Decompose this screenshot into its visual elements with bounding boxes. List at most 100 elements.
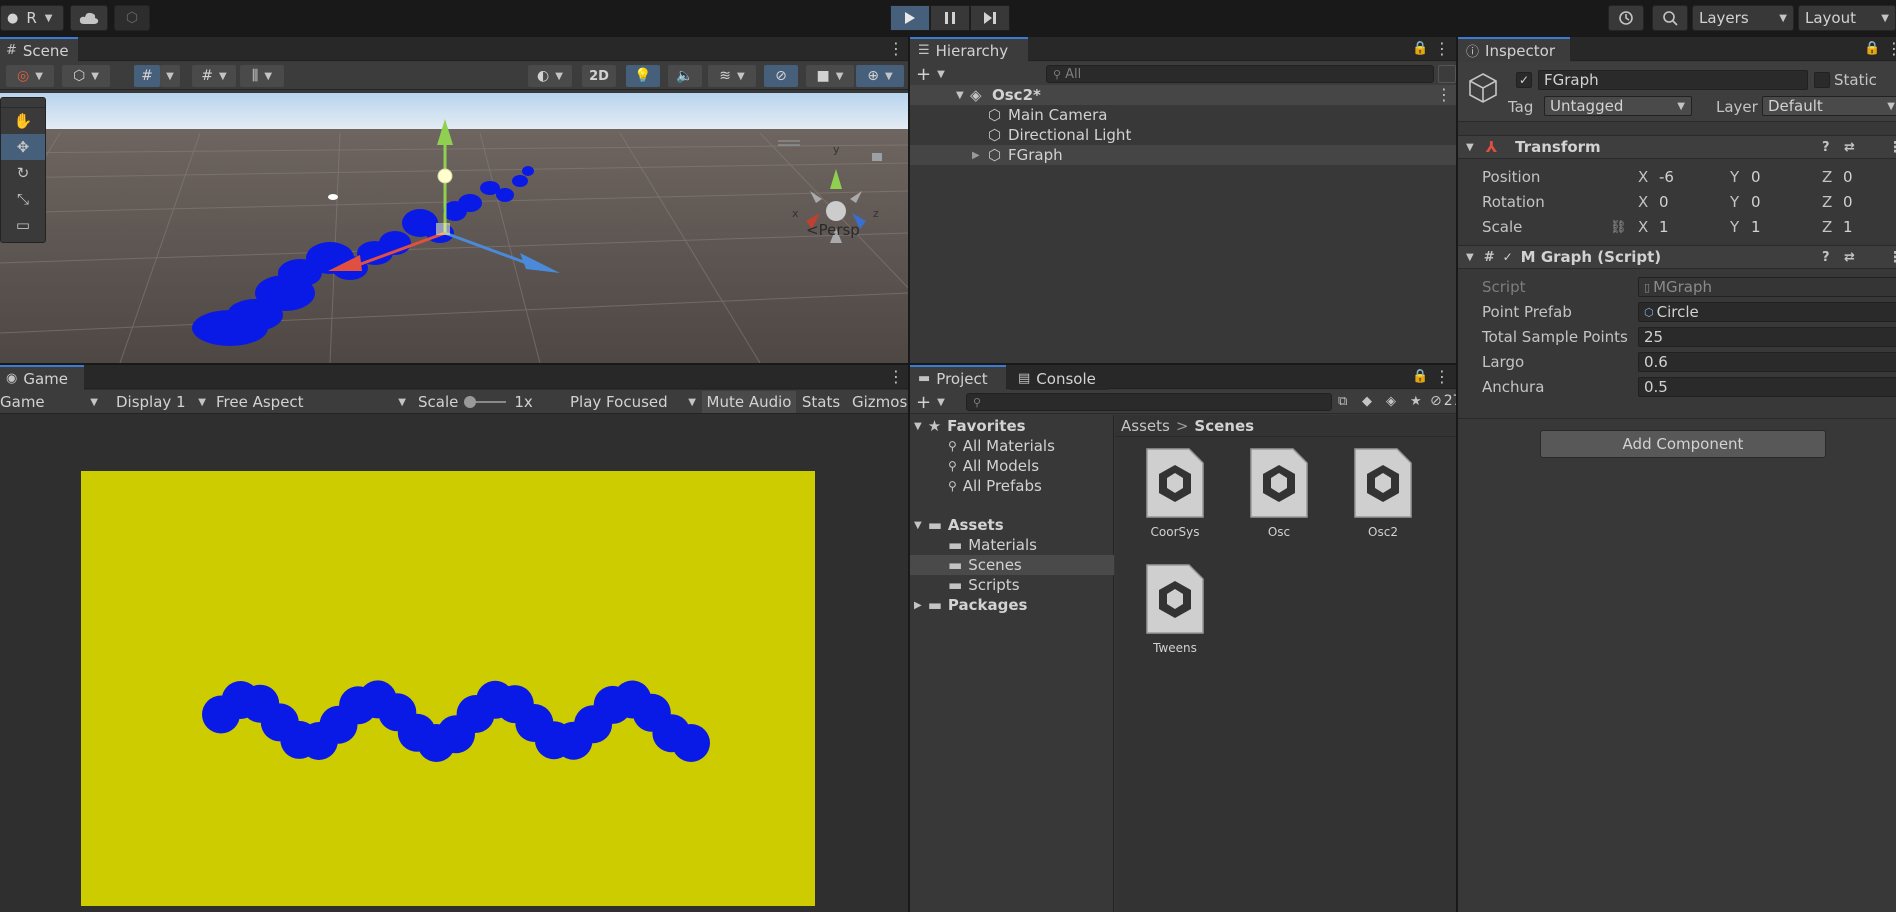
constrain-proportions-icon[interactable]: ⛓ <box>1610 220 1627 235</box>
gizmos-toggle[interactable]: Gizmos <box>848 391 908 413</box>
more-options-icon[interactable]: ⋮ <box>1434 41 1450 57</box>
scene-asset[interactable]: Osc <box>1229 445 1329 539</box>
collab-button[interactable]: ⬡ <box>114 5 150 31</box>
packages-row[interactable]: ▶ ▬ Packages <box>910 595 1027 615</box>
layout-dropdown[interactable]: Layout ▼ <box>1798 5 1896 31</box>
ruler-button[interactable]: ⫼ ▼ <box>240 65 284 87</box>
rect-tool-icon[interactable]: ▭ <box>1 212 45 238</box>
label-icon[interactable]: ◈ <box>1386 394 1396 409</box>
search-by-type-icon[interactable] <box>1438 65 1456 83</box>
scene-canvas[interactable]: y x z <box>0 93 908 363</box>
help-icon[interactable]: ? <box>1822 250 1830 265</box>
total-sample-points-field[interactable]: 25 <box>1638 327 1896 347</box>
breadcrumb-item[interactable]: Scenes <box>1194 417 1254 435</box>
scale-y-field[interactable]: 1 <box>1746 217 1818 237</box>
move-tool-icon[interactable]: ✥ <box>1 134 45 160</box>
camera-settings-button[interactable]: ■ ▼ <box>806 65 854 87</box>
scale-z-field[interactable]: 1 <box>1838 217 1896 237</box>
create-asset-button[interactable]: + ▼ <box>916 392 950 413</box>
aspect-dropdown[interactable]: Free Aspect ▼ <box>210 392 408 412</box>
folder-item-selected[interactable]: ▬ Scenes <box>910 555 1114 575</box>
folder-item[interactable]: ▬ Materials <box>910 535 1037 555</box>
component-enabled-checkbox[interactable]: ✓ <box>1503 250 1513 264</box>
step-button[interactable] <box>970 5 1010 31</box>
scene-asset[interactable]: Tweens <box>1125 561 1225 655</box>
filter-type-icon[interactable]: ◆ <box>1362 394 1372 409</box>
lighting-toggle[interactable]: 💡 <box>626 65 660 87</box>
static-checkbox[interactable] <box>1814 72 1830 88</box>
script-component-header[interactable]: ▼ # ✓ M Graph (Script) ? ⇄ ⋮ <box>1458 245 1896 269</box>
position-y-field[interactable]: 0 <box>1746 167 1818 187</box>
grid-snap-dropdown[interactable]: ▼ <box>160 65 180 87</box>
search-by-type-icon[interactable]: ⧉ <box>1338 394 1347 409</box>
expand-arrow-icon[interactable]: ▼ <box>956 90 964 101</box>
hidden-packages-toggle[interactable]: ⊘ 27 <box>1430 393 1456 409</box>
mute-audio-toggle[interactable]: Mute Audio <box>702 391 796 413</box>
shading-mode-button[interactable]: ◐ ▼ <box>528 65 572 87</box>
object-name-field[interactable]: FGraph <box>1538 70 1808 90</box>
cloud-button[interactable] <box>70 5 108 31</box>
rotation-y-field[interactable]: 0 <box>1746 192 1818 212</box>
anchura-field[interactable]: 0.5 <box>1638 377 1896 397</box>
breadcrumb-item[interactable]: Assets <box>1121 417 1170 435</box>
game-view[interactable] <box>81 471 815 906</box>
favorite-item[interactable]: ⚲ All Materials <box>910 436 1055 456</box>
history-button[interactable] <box>1608 5 1644 31</box>
search-button[interactable] <box>1652 5 1688 31</box>
folder-item[interactable]: ▬ Scripts <box>910 575 1020 595</box>
position-x-field[interactable]: -6 <box>1654 167 1726 187</box>
toggle-2d-button[interactable]: 2D <box>582 65 616 87</box>
rotation-x-field[interactable]: 0 <box>1654 192 1726 212</box>
preset-icon[interactable]: ⇄ <box>1844 140 1855 155</box>
tab-game[interactable]: ◉ Game <box>0 365 84 390</box>
scene-row[interactable]: ▼ ◈ Osc2* ⋮ <box>910 85 1456 105</box>
display-dropdown[interactable]: Display 1 ▼ <box>108 392 208 412</box>
scene-asset[interactable]: CoorSys <box>1125 445 1225 539</box>
scale-x-field[interactable]: 1 <box>1654 217 1726 237</box>
expand-arrow-icon[interactable]: ▶ <box>972 150 980 161</box>
tab-hierarchy[interactable]: ☰ Hierarchy <box>910 37 1028 62</box>
add-component-button[interactable]: Add Component <box>1540 430 1826 458</box>
tab-inspector[interactable]: ⓘ Inspector <box>1458 37 1570 62</box>
hierarchy-search-input[interactable]: ⚲ All <box>1046 65 1434 83</box>
favorite-item[interactable]: ⚲ All Models <box>910 456 1039 476</box>
game-view-dropdown[interactable]: Game ▼ <box>0 392 100 412</box>
point-prefab-field[interactable]: ⬡ Circle <box>1638 302 1896 322</box>
pause-button[interactable] <box>930 5 970 31</box>
active-checkbox[interactable]: ✓ <box>1516 72 1532 88</box>
help-icon[interactable]: ? <box>1822 140 1830 155</box>
assets-row[interactable]: ▼ ▬ Assets <box>910 515 1004 535</box>
tag-dropdown[interactable]: Untagged ▼ <box>1544 96 1692 116</box>
scale-tool-icon[interactable]: ⤡ <box>1 186 45 212</box>
favorite-item[interactable]: ⚲ All Prefabs <box>910 476 1042 496</box>
increment-snap-button[interactable]: # ▼ <box>192 65 236 87</box>
rotation-z-field[interactable]: 0 <box>1838 192 1896 212</box>
more-options-icon[interactable]: ⋮ <box>888 369 904 385</box>
hand-tool-icon[interactable]: ✋ <box>1 108 45 134</box>
lock-icon[interactable] <box>872 153 882 161</box>
more-options-icon[interactable]: ⋮ <box>1886 41 1896 57</box>
lock-icon[interactable]: 🔒 <box>1412 369 1428 384</box>
more-options-icon[interactable]: ⋮ <box>1434 369 1450 385</box>
list-item[interactable]: ⬡ Directional Light <box>910 125 1456 145</box>
project-search-input[interactable]: ⚲ <box>966 393 1332 411</box>
tab-scene[interactable]: # Scene <box>0 37 78 62</box>
list-item[interactable]: ⬡ Main Camera <box>910 105 1456 125</box>
play-mode-dropdown[interactable]: Play Focused ▼ <box>566 392 698 412</box>
tool-handle-button[interactable]: ◎ ▼ <box>6 65 54 87</box>
largo-field[interactable]: 0.6 <box>1638 352 1896 372</box>
lock-icon[interactable]: 🔒 <box>1412 41 1428 56</box>
rotate-tool-icon[interactable]: ↻ <box>1 160 45 186</box>
scene-menu-icon[interactable]: ⋮ <box>1436 87 1452 103</box>
preset-icon[interactable]: ⇄ <box>1844 250 1855 265</box>
favorites-row[interactable]: ▼ ★ Favorites <box>910 416 1114 436</box>
tab-console[interactable]: ▤ Console <box>1010 365 1108 390</box>
effects-toggle[interactable]: ≋ ▼ <box>708 65 756 87</box>
transform-header[interactable]: ▼ ⅄ Transform ? ⇄ ⋮ <box>1458 135 1896 159</box>
scale-slider[interactable] <box>464 396 507 408</box>
persp-label[interactable]: <Persp <box>806 221 860 239</box>
layers-dropdown[interactable]: Layers ▼ <box>1692 5 1794 31</box>
account-dropdown[interactable]: ● R ▼ <box>0 5 64 31</box>
stats-toggle[interactable]: Stats <box>800 391 842 413</box>
tab-project[interactable]: ▬ Project <box>910 365 1006 390</box>
